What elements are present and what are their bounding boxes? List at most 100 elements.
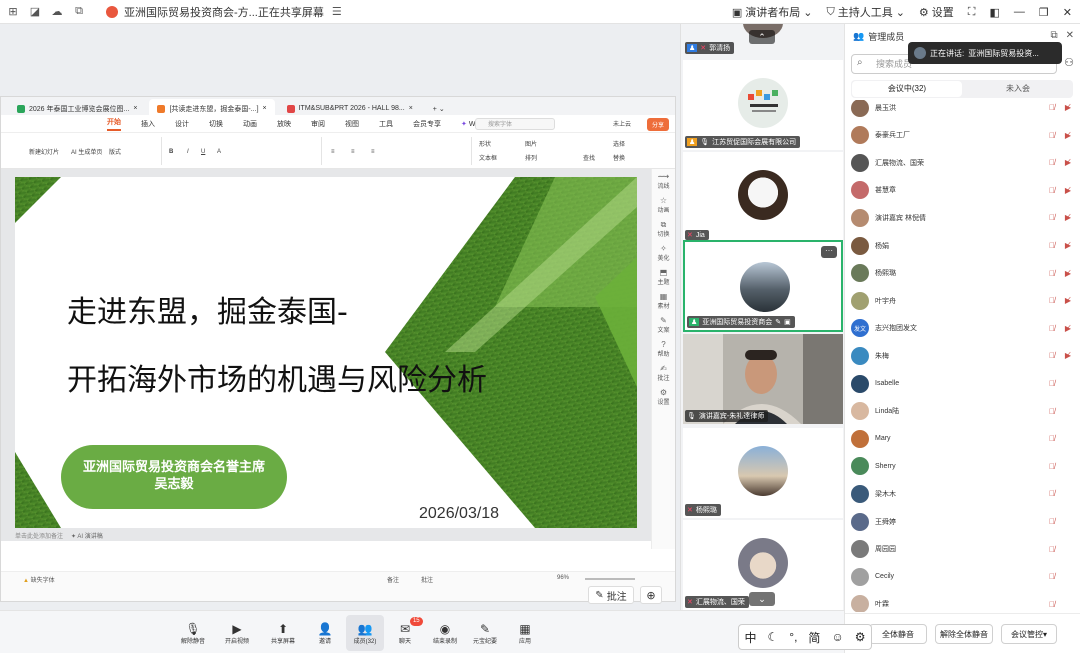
mic-off-icon[interactable]: 🎙̸ <box>1049 269 1055 278</box>
side-tool[interactable]: ✍ 批注 <box>652 361 675 385</box>
bold-button[interactable]: B <box>169 149 173 155</box>
replace-button[interactable]: 替换 <box>613 153 625 162</box>
side-tool[interactable]: ✎ 文案 <box>652 313 675 337</box>
member-row[interactable]: 朱梅 🎙̸ ▶̸ <box>845 342 1080 369</box>
add-member-icon[interactable]: ⚇ <box>1064 56 1074 69</box>
menu-transition[interactable]: 切换 <box>209 119 223 129</box>
new-tab-button[interactable]: + ⌄ <box>425 99 453 115</box>
scroll-down-button[interactable]: ⌄ <box>749 592 775 606</box>
mic-off-icon[interactable]: 🎙̸ <box>1049 545 1055 554</box>
align-center-icon[interactable]: ≡ <box>351 149 355 155</box>
video-tile[interactable]: ✕ Jia <box>683 152 843 242</box>
member-row[interactable]: 演讲嘉宾 林倪倩 🎙̸ ▶̸ <box>845 204 1080 231</box>
close-icon[interactable]: × <box>133 105 137 112</box>
mic-off-icon[interactable]: 🎙̸ <box>1049 434 1055 443</box>
mic-off-icon[interactable]: 🎙̸ <box>1049 296 1055 305</box>
camera-off-icon[interactable]: ▶̸ <box>1065 241 1071 250</box>
wps-tab[interactable]: 2026 年泰国工业博览会展位图... × <box>9 99 145 115</box>
mic-off-icon[interactable]: 🎙̸ <box>1049 213 1055 222</box>
mic-off-button[interactable]: 🎙 解除静音 <box>174 615 212 651</box>
unmute-all-button[interactable]: 解除全体静音 <box>935 624 993 644</box>
record-button[interactable]: ◉ 结束录制 <box>426 615 464 651</box>
meeting-control-button[interactable]: 会议管控 ▾ <box>1001 624 1057 644</box>
mic-off-icon[interactable]: 🎙̸ <box>1049 489 1055 498</box>
ai-speech-button[interactable]: ✦ AI 演讲稿 <box>71 531 103 540</box>
share-status-icon[interactable]: ☰ <box>330 5 344 19</box>
scroll-up-button[interactable]: ⌃ <box>749 30 775 44</box>
member-row[interactable]: Mary 🎙̸ <box>845 425 1080 452</box>
select-button[interactable]: 选择 <box>613 139 625 148</box>
video-tile[interactable]: ♟ 🎙 江苏贸促国际会展有限公司 <box>683 60 843 150</box>
font-color-button[interactable]: A <box>217 149 221 155</box>
video-tile-camera[interactable]: 🎙 演讲嘉宾-朱礼達律师 <box>683 334 843 424</box>
gear-icon[interactable]: ⚙ <box>855 630 866 644</box>
side-tool[interactable]: ✧ 美化 <box>652 241 675 265</box>
mic-off-icon[interactable]: 🎙̸ <box>1049 600 1055 609</box>
moon-icon[interactable]: ☾ <box>768 630 779 644</box>
mic-off-icon[interactable]: 🎙̸ <box>1049 131 1055 140</box>
settings-button[interactable]: ⚙ 设置 <box>919 4 954 20</box>
menu-insert[interactable]: 插入 <box>141 119 155 129</box>
member-row[interactable]: 梁木木 🎙̸ <box>845 480 1080 507</box>
camera-off-icon[interactable]: ▶̸ <box>1065 324 1071 333</box>
camera-off-icon[interactable]: ▶̸ <box>1065 103 1071 112</box>
member-row[interactable]: 叶宇舟 🎙̸ ▶̸ <box>845 287 1080 314</box>
mic-off-icon[interactable]: 🎙̸ <box>1049 462 1055 471</box>
mic-off-icon[interactable]: 🎙̸ <box>1049 324 1055 333</box>
mic-off-icon[interactable]: 🎙̸ <box>1049 186 1055 195</box>
menu-view[interactable]: 视图 <box>345 119 359 129</box>
camera-off-icon[interactable]: ▶̸ <box>1065 213 1071 222</box>
video-tile[interactable]: ✕ 杨熙璐 <box>683 428 843 518</box>
notes-button[interactable]: ✎ 元宝纪要 <box>466 615 504 651</box>
member-row[interactable]: 泰豪兵工厂 🎙̸ ▶̸ <box>845 122 1080 149</box>
annotation-toggle[interactable]: 批注 <box>421 575 433 584</box>
zoom-slider[interactable] <box>585 578 635 580</box>
ime-script[interactable]: 简 <box>808 629 820 646</box>
chat-button[interactable]: ✉ 15 聊天 <box>386 615 424 651</box>
camera-off-icon[interactable]: ▶̸ <box>1065 158 1071 167</box>
close-icon[interactable]: × <box>263 105 267 112</box>
more-options-icon[interactable]: ··· <box>821 246 837 258</box>
menu-tools[interactable]: 工具 <box>379 119 393 129</box>
annotate-button[interactable]: ✎ 批注 <box>588 586 634 604</box>
video-tile-speaking[interactable]: ··· ♟ 亚洲国际贸易投资商会 ✎ ▣ <box>683 240 843 332</box>
network-icon[interactable]: ⧉ <box>72 5 86 19</box>
mic-off-icon[interactable]: 🎙̸ <box>1049 351 1055 360</box>
ime-mode[interactable]: 中 <box>745 629 757 646</box>
slide-canvas[interactable]: 走进东盟，掘金泰国- 开拓海外市场的机遇与风险分析 亚洲国际贸易投资商会名誉主席… <box>15 177 637 528</box>
member-row[interactable]: 汇展物流、国荣 🎙̸ ▶̸ <box>845 149 1080 176</box>
member-row[interactable]: Isabelle 🎙̸ <box>845 370 1080 397</box>
zoom-level[interactable]: 96% <box>557 575 569 581</box>
close-icon[interactable]: ✕ <box>1066 30 1074 41</box>
camera-off-icon[interactable]: ▶̸ <box>1065 351 1071 360</box>
popout-icon[interactable]: ⧉ <box>1050 30 1057 41</box>
italic-button[interactable]: I <box>187 149 189 155</box>
tab-not-joined[interactable]: 未入会 <box>963 80 1073 98</box>
sidebar-toggle-icon[interactable]: ◧ <box>990 6 1000 19</box>
side-tool[interactable]: ⧉ 切换 <box>652 217 675 241</box>
member-row[interactable]: Linda陆 🎙̸ <box>845 398 1080 425</box>
camera-off-icon[interactable]: ▶̸ <box>1065 186 1071 195</box>
speed-icon[interactable]: ◪ <box>28 5 42 19</box>
cloud-icon[interactable]: ☁ <box>50 5 64 19</box>
underline-button[interactable]: U <box>201 149 205 155</box>
wps-tab[interactable]: ITM&SUB&PRT 2026 - HALL 98... × <box>279 99 421 115</box>
notes-toggle[interactable]: 备注 <box>387 575 399 584</box>
member-row[interactable]: Sherry 🎙̸ <box>845 453 1080 480</box>
mic-off-icon[interactable]: 🎙̸ <box>1049 379 1055 388</box>
find-button[interactable]: 查找 <box>583 153 595 162</box>
menu-review[interactable]: 审阅 <box>311 119 325 129</box>
font-search-input[interactable]: 搜索字体 <box>475 118 555 130</box>
side-tool[interactable]: ☆ 动画 <box>652 193 675 217</box>
camera-off-icon[interactable]: ▶̸ <box>1065 131 1071 140</box>
member-row[interactable]: 晨玉洪 🎙̸ ▶̸ <box>845 100 1080 121</box>
camera-off-icon[interactable]: ▶̸ <box>1065 296 1071 305</box>
mic-off-icon[interactable]: 🎙̸ <box>1049 241 1055 250</box>
side-tool[interactable]: ⚙ 设置 <box>652 385 675 409</box>
mute-all-button[interactable]: 全体静音 <box>869 624 927 644</box>
camera-off-icon[interactable]: ▶̸ <box>1065 269 1071 278</box>
member-row[interactable]: 发文 志兴抱团发文 🎙̸ ▶̸ <box>845 315 1080 342</box>
mic-off-icon[interactable]: 🎙̸ <box>1049 407 1055 416</box>
members-button[interactable]: 👥 成员(32) <box>346 615 384 651</box>
presenter-layout-button[interactable]: ▣ 演讲者布局 ⌄ <box>732 4 813 20</box>
